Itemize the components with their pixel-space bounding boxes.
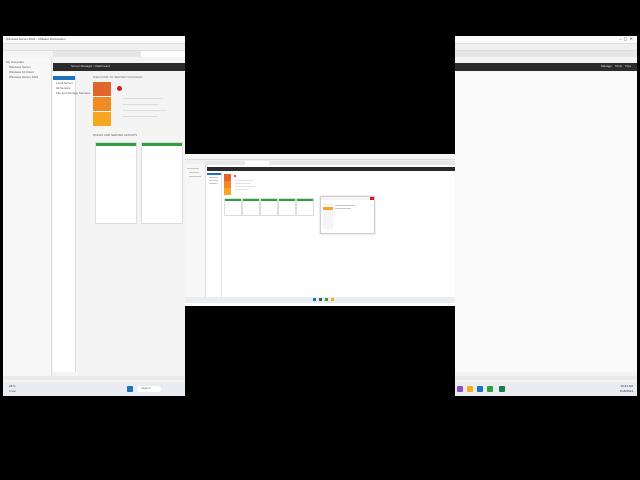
role-tile-dns[interactable] [242, 198, 260, 216]
left-alert-icon [117, 86, 122, 91]
app-icon[interactable] [477, 386, 483, 392]
app-icon[interactable] [499, 386, 505, 392]
wizard-close-icon[interactable] [370, 197, 374, 200]
quickstart-tile-3[interactable] [224, 188, 231, 195]
right-content [455, 72, 637, 372]
app-icon[interactable] [457, 386, 463, 392]
tree-item[interactable]: Windows Server [9, 66, 31, 69]
left-library-tree: My Computer Windows Server Windows 10 Cl… [3, 58, 52, 378]
center-taskbar [185, 297, 455, 303]
center-tabs [205, 161, 455, 165]
windows-start-icon[interactable] [313, 298, 316, 301]
left-quickstart-1 [93, 82, 111, 96]
weather-temp: 24°C [9, 385, 16, 388]
header-item[interactable]: Manage [601, 65, 612, 68]
taskbar-app-icon[interactable] [331, 298, 334, 301]
tree-item[interactable]: Windows Server 2022 [9, 76, 38, 79]
left-roles-label: ROLES AND SERVER GROUPS [93, 134, 138, 137]
left-sm-title: Server Manager • Dashboard [71, 65, 110, 68]
right-toolbar [455, 44, 637, 51]
left-titlebar: Windows Server 2022 - VMware Workstation [3, 36, 185, 44]
weather-desc: Clear [9, 390, 17, 393]
header-item[interactable]: Tools [615, 65, 622, 68]
center-sm-header [207, 167, 455, 171]
quickstart-tile-2[interactable] [224, 181, 231, 188]
left-quickstart-2 [93, 97, 111, 111]
taskbar-app-icon[interactable] [319, 298, 322, 301]
role-tile-local-server[interactable] [278, 198, 296, 216]
nav-item-local-server[interactable]: Local Server [56, 82, 73, 85]
nav-item-dashboard[interactable] [53, 76, 75, 80]
right-taskbar: 10:24 AM 6/18/2024 [455, 382, 637, 396]
left-tabstrip [53, 51, 185, 57]
header-item[interactable]: View [625, 65, 631, 68]
left-quickstart-3 [93, 112, 111, 126]
left-toolbar [3, 44, 185, 51]
left-sm-header: Server Manager • Dashboard [53, 63, 185, 71]
wizard-titlebar [321, 197, 374, 200]
tray-time: 10:24 AM [620, 385, 633, 388]
tray-date: 6/18/2024 [619, 390, 633, 393]
nav-item-file-storage[interactable]: File and Storage Services [56, 92, 90, 95]
left-active-tab[interactable] [141, 51, 185, 57]
right-window-controls[interactable]: – ▢ ✕ [619, 37, 633, 41]
alert-icon [234, 175, 236, 177]
center-sm-nav [207, 171, 222, 299]
app-icon[interactable] [487, 386, 493, 392]
center-active-tab[interactable] [245, 161, 269, 165]
windows-start-icon[interactable] [127, 386, 133, 392]
taskbar-search-label: Search [141, 387, 151, 390]
wizard-step-active[interactable] [323, 207, 333, 210]
left-role-tile[interactable] [95, 142, 137, 224]
center-library [185, 164, 206, 300]
role-tile-file-storage[interactable] [260, 198, 278, 216]
nav-item-all-servers[interactable]: All Servers [56, 87, 71, 90]
quickstart-tile-1[interactable] [224, 174, 231, 181]
left-window-title: Windows Server 2022 - VMware Workstation [6, 38, 66, 41]
center-window [185, 154, 455, 306]
app-icon[interactable] [467, 386, 473, 392]
role-tile-ad-ds[interactable] [224, 198, 242, 216]
left-welcome-label: WELCOME TO SERVER MANAGER [93, 76, 143, 79]
left-statusbar [3, 376, 185, 380]
nav-dashboard[interactable] [207, 173, 221, 175]
tree-item[interactable]: Windows 10 Client [9, 71, 34, 74]
wizard-steps [323, 203, 333, 229]
right-sm-header: Manage Tools View [455, 63, 637, 71]
right-tabstrip [455, 51, 637, 57]
left-background-window: Windows Server 2022 - VMware Workstation… [3, 36, 185, 396]
right-titlebar: – ▢ ✕ [455, 36, 637, 44]
right-background-window: – ▢ ✕ Manage Tools View 10:24 AM 6/18/20… [455, 36, 637, 396]
left-taskbar: 24°C Clear Search [3, 382, 185, 396]
role-tile-all-servers[interactable] [296, 198, 314, 216]
left-role-tile[interactable] [141, 142, 183, 224]
right-statusbar [455, 376, 637, 380]
taskbar-search[interactable]: Search [137, 386, 161, 392]
tree-item[interactable]: My Computer [6, 61, 24, 64]
left-sm-nav: Local Server All Servers File and Storag… [53, 72, 90, 372]
taskbar-app-icon[interactable] [325, 298, 328, 301]
wizard-dialog[interactable] [320, 196, 375, 234]
